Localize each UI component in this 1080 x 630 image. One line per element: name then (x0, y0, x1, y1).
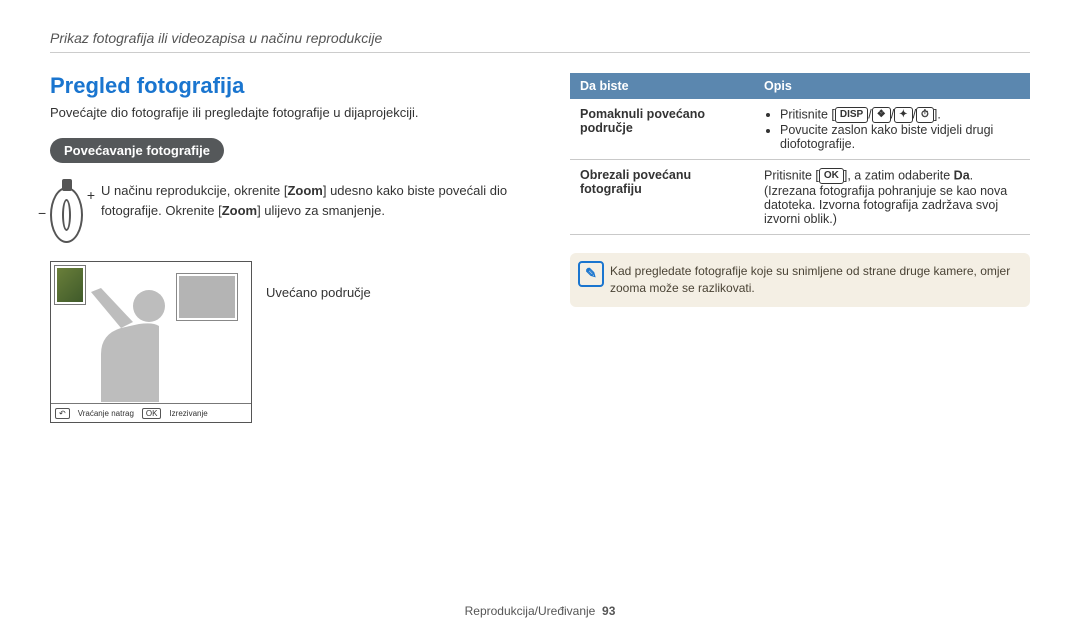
back-label: Vraćanje natrag (78, 409, 134, 418)
enlarged-region-box (177, 274, 237, 320)
macro-icon: ❖ (872, 107, 891, 123)
table-row: Obrezali povećanu fotografiju Pritisnite… (570, 160, 1030, 235)
table-row: Pomaknuli povećano područje Pritisnite [… (570, 99, 1030, 160)
page-header: Prikaz fotografija ili videozapisa u nač… (50, 30, 1030, 53)
preview-footer: ↶ Vraćanje natrag OK Izrezivanje (51, 403, 251, 422)
actions-table: Da biste Opis Pomaknuli povećano područj… (570, 73, 1030, 235)
section-intro: Povećajte dio fotografije ili pregledajt… (50, 105, 510, 120)
note-icon: ✎ (578, 261, 604, 287)
enlarged-region-label: Uvećano područje (266, 285, 371, 300)
table-header-desc: Opis (754, 73, 1030, 99)
ok-icon: OK (142, 408, 162, 419)
ok-button-icon: OK (819, 168, 844, 184)
zoom-instructions: U načinu reprodukcije, okrenite [Zoom] u… (101, 181, 510, 220)
footer-section: Reprodukcija/Uređivanje (465, 604, 596, 618)
disp-button-icon: DISP (835, 107, 868, 123)
zoom-minus: − (38, 205, 46, 221)
zoom-plus: + (87, 187, 95, 203)
note-text: Kad pregledate fotografije koje su sniml… (610, 264, 1010, 295)
preview-silhouette (71, 284, 191, 404)
row-move-key: Pomaknuli povećano područje (570, 99, 754, 160)
page-number: 93 (602, 604, 615, 618)
row-move-desc: Pritisnite [DISP/❖/✦/⏱]. Povucite zaslon… (754, 99, 1030, 160)
table-header-action: Da biste (570, 73, 754, 99)
row-crop-key: Obrezali povećanu fotografiju (570, 160, 754, 235)
timer-icon: ⏱ (916, 107, 934, 123)
row-crop-desc: Pritisnite [OK], a zatim odaberite Da. (… (754, 160, 1030, 235)
crop-label: Izrezivanje (169, 409, 207, 418)
zoom-dial-icon: − + (50, 187, 83, 243)
subsection-pill: Povećavanje fotografije (50, 138, 224, 163)
flash-icon: ✦ (894, 107, 912, 123)
note-box: ✎ Kad pregledate fotografije koje su sni… (570, 253, 1030, 307)
preview-frame: ↶ Vraćanje natrag OK Izrezivanje (50, 261, 252, 423)
back-icon: ↶ (55, 408, 70, 419)
page-footer: Reprodukcija/Uređivanje 93 (0, 604, 1080, 618)
section-title: Pregled fotografija (50, 73, 510, 99)
